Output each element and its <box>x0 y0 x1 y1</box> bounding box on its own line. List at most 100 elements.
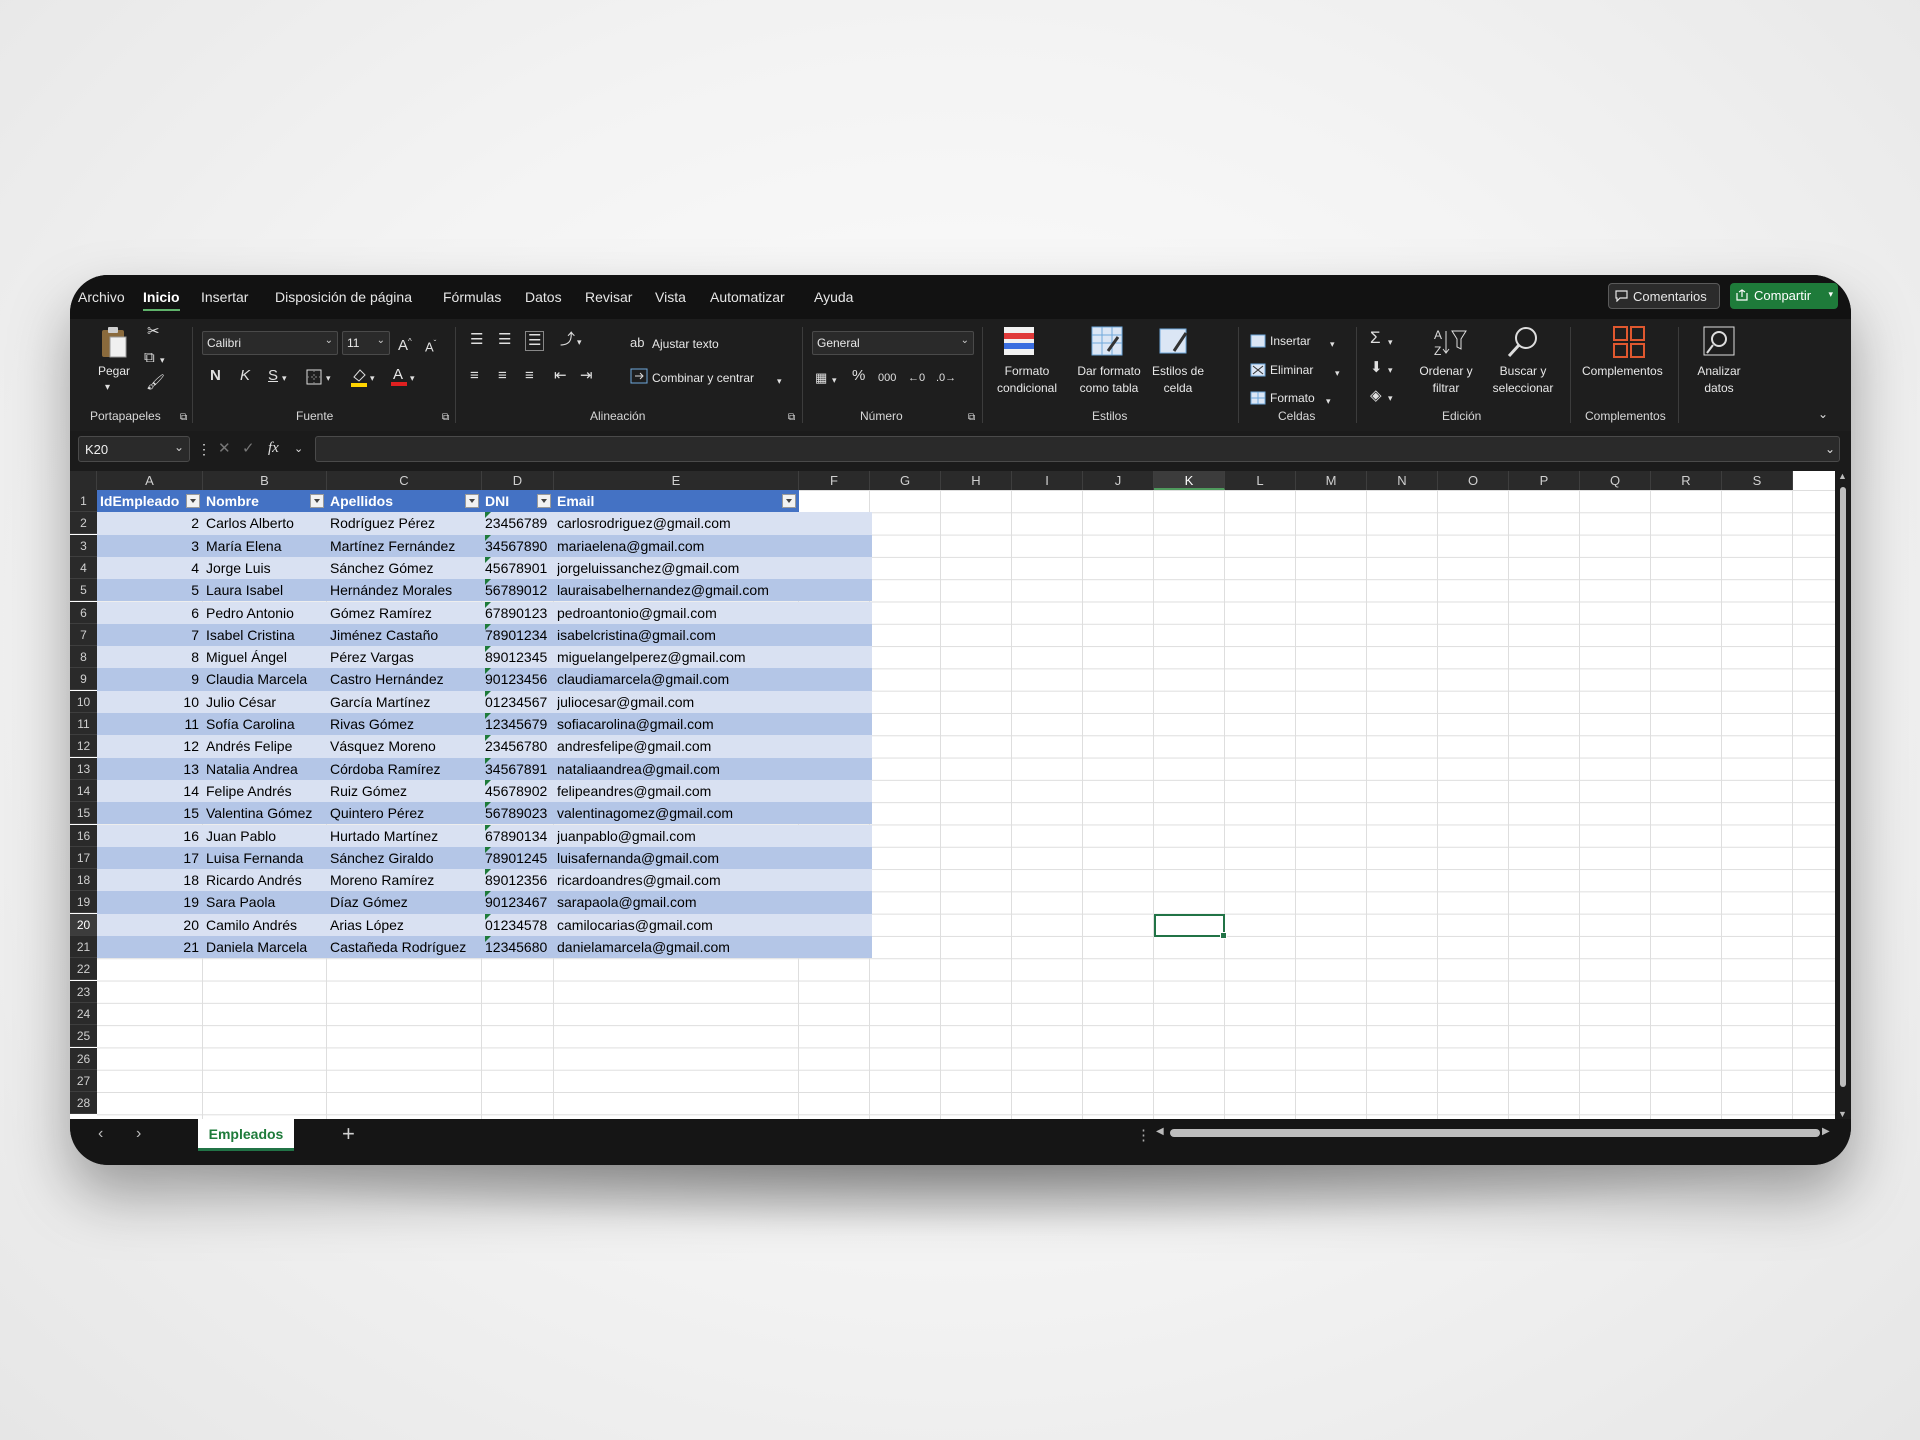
addins-icon[interactable] <box>1612 325 1646 359</box>
formula-input[interactable] <box>315 436 1840 462</box>
column-header-r[interactable]: R <box>1651 471 1722 490</box>
tab-inicio[interactable]: Inicio <box>143 289 180 311</box>
row-header-10[interactable]: 10 <box>70 690 97 713</box>
table-cell[interactable]: 17 <box>97 847 199 869</box>
wrap-text-button[interactable]: Ajustar texto <box>652 336 719 353</box>
table-cell[interactable]: 13 <box>97 758 199 780</box>
format-as-table-button[interactable]: Dar formato como tabla <box>1070 363 1148 397</box>
table-cell[interactable]: 7 <box>97 624 199 646</box>
scroll-up-icon[interactable]: ▲ <box>1838 471 1847 481</box>
row-header-11[interactable]: 11 <box>70 713 97 735</box>
delete-cells-icon[interactable] <box>1250 363 1266 377</box>
borders-icon[interactable] <box>306 369 322 385</box>
analyze-data-button[interactable]: Analizar datos <box>1684 363 1754 397</box>
fill-dropdown-icon[interactable]: ▾ <box>1388 361 1393 379</box>
table-cell[interactable]: 56789023 <box>485 802 554 824</box>
decrease-decimal-icon[interactable]: .0→ <box>936 369 956 387</box>
table-cell[interactable]: Díaz Gómez <box>330 891 482 913</box>
number-format-combo[interactable]: General ⌄ <box>812 331 974 355</box>
insert-cells-icon[interactable] <box>1250 334 1266 348</box>
font-color-dropdown-icon[interactable]: ▾ <box>410 369 415 387</box>
format-painter-icon[interactable]: 🖌 <box>146 374 165 392</box>
autosum-dropdown-icon[interactable]: ▾ <box>1388 333 1393 351</box>
table-cell[interactable]: 56789012 <box>485 579 554 601</box>
sort-filter-button[interactable]: Ordenar y filtrar <box>1410 363 1482 397</box>
row-header-18[interactable]: 18 <box>70 869 97 892</box>
row-header-3[interactable]: 3 <box>70 534 97 557</box>
merge-center-icon[interactable] <box>630 368 648 384</box>
font-color-icon[interactable]: A <box>390 365 408 387</box>
table-cell[interactable]: Sánchez Giraldo <box>330 847 482 869</box>
table-cell[interactable]: sofiacarolina@gmail.com <box>557 713 799 735</box>
table-header-idempleado[interactable]: IdEmpleado <box>97 490 203 512</box>
table-cell[interactable]: 14 <box>97 780 199 802</box>
table-cell[interactable]: 2 <box>97 512 199 534</box>
autosum-icon[interactable]: Σ <box>1370 329 1381 347</box>
table-cell[interactable]: Valentina Gómez <box>206 802 327 824</box>
table-cell[interactable]: sarapaola@gmail.com <box>557 891 799 913</box>
italic-button[interactable]: K <box>240 367 250 385</box>
table-cell[interactable]: 90123467 <box>485 891 554 913</box>
table-cell[interactable]: Pérez Vargas <box>330 646 482 668</box>
table-cell[interactable]: 34567891 <box>485 757 554 780</box>
fill-color-icon[interactable] <box>350 367 368 387</box>
column-header-n[interactable]: N <box>1367 471 1438 490</box>
cut-icon[interactable]: ✂ <box>147 323 160 341</box>
table-cell[interactable]: 23456789 <box>485 512 554 534</box>
table-cell[interactable]: Carlos Alberto <box>206 512 327 534</box>
increase-indent-icon[interactable]: ⇥ <box>580 367 593 385</box>
table-header-apellidos[interactable]: Apellidos <box>327 490 482 512</box>
table-cell[interactable]: 11 <box>97 713 199 735</box>
table-cell[interactable]: carlosrodriguez@gmail.com <box>557 512 799 534</box>
table-cell[interactable]: 8 <box>97 646 199 668</box>
table-cell[interactable]: Laura Isabel <box>206 579 327 601</box>
merge-center-button[interactable]: Combinar y centrar <box>652 370 754 387</box>
table-cell[interactable]: Quintero Pérez <box>330 802 482 824</box>
worksheet-grid[interactable]: ABCDEFGHIJKLMNOPQRS 1 2 3 4 5 6 7 8 9 10 11 12 13 14 1… <box>70 471 1835 1119</box>
table-cell[interactable]: 16 <box>97 825 199 847</box>
table-cell[interactable]: Castro Hernández <box>330 668 482 690</box>
table-cell[interactable]: Camilo Andrés <box>206 914 327 936</box>
table-cell[interactable]: 90123456 <box>485 668 554 690</box>
active-cell-k20[interactable] <box>1154 913 1227 940</box>
column-header-e[interactable]: E <box>554 471 799 490</box>
table-cell[interactable]: 78901234 <box>485 623 554 646</box>
table-cell[interactable]: Sofía Carolina <box>206 713 327 735</box>
accounting-icon[interactable]: ▦ <box>815 369 827 387</box>
table-cell[interactable]: 01234567 <box>485 690 554 713</box>
tab-insertar[interactable]: Insertar <box>201 289 248 305</box>
insert-cells-button[interactable]: Insertar <box>1270 333 1311 350</box>
paste-icon[interactable] <box>98 325 130 359</box>
format-as-table-icon[interactable] <box>1090 325 1124 357</box>
select-all-corner[interactable] <box>70 471 97 490</box>
enter-icon[interactable]: ✓ <box>242 440 255 458</box>
row-header-13[interactable]: 13 <box>70 757 97 780</box>
table-cell[interactable]: Martínez Fernández <box>330 535 482 557</box>
table-cell[interactable]: valentinagomez@gmail.com <box>557 802 799 824</box>
find-select-button[interactable]: Buscar y seleccionar <box>1478 363 1568 397</box>
table-cell[interactable]: Juan Pablo <box>206 825 327 847</box>
analyze-data-icon[interactable] <box>1702 325 1736 359</box>
filter-dropdown-icon[interactable] <box>465 494 479 508</box>
insert-function-icon[interactable]: fx <box>268 439 279 457</box>
table-cell[interactable]: Miguel Ángel <box>206 646 327 668</box>
format-dropdown-icon[interactable]: ▾ <box>1326 392 1331 410</box>
table-cell[interactable]: lauraisabelhernandez@gmail.com <box>557 579 799 601</box>
cell-styles-button[interactable]: Estilos de celda <box>1146 363 1210 397</box>
table-cell[interactable]: Natalia Andrea <box>206 758 327 780</box>
table-cell[interactable]: 5 <box>97 579 199 601</box>
scroll-right-icon[interactable]: ▶ <box>1822 1126 1830 1137</box>
column-header-q[interactable]: Q <box>1580 471 1651 490</box>
vertical-scroll-thumb[interactable] <box>1840 487 1846 1087</box>
table-cell[interactable]: jorgeluissanchez@gmail.com <box>557 557 799 579</box>
table-cell[interactable]: camilocarias@gmail.com <box>557 914 799 936</box>
delete-cells-button[interactable]: Eliminar <box>1270 362 1313 379</box>
table-cell[interactable]: María Elena <box>206 535 327 557</box>
conditional-format-button[interactable]: Formato condicional <box>982 363 1072 397</box>
row-header-4[interactable]: 4 <box>70 556 97 579</box>
table-cell[interactable]: Jiménez Castaño <box>330 624 482 646</box>
table-cell[interactable]: 20 <box>97 914 199 936</box>
table-cell[interactable]: 45678901 <box>485 556 554 579</box>
table-cell[interactable]: Claudia Marcela <box>206 668 327 690</box>
table-cell[interactable]: Ruiz Gómez <box>330 780 482 802</box>
